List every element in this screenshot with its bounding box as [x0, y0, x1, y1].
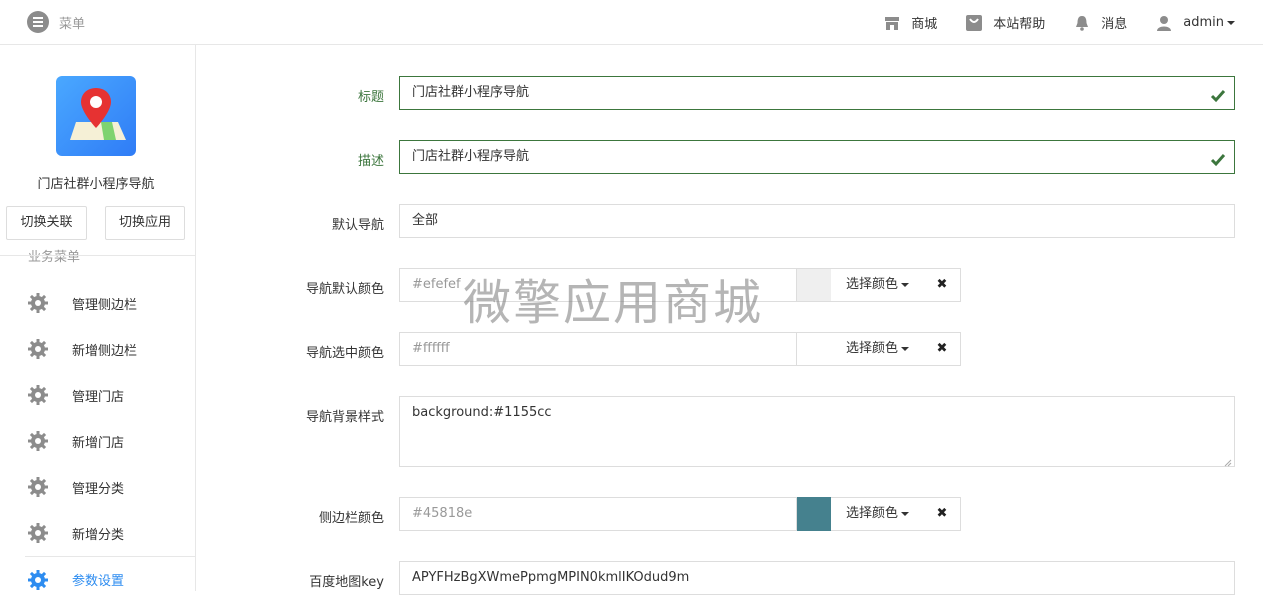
sidebar-item-label: 新增门店 — [72, 435, 125, 451]
pick-color-label: 选择颜色 — [845, 277, 898, 292]
top-navbar: 菜单 商城 本站帮助 消息 admin — [0, 0, 1263, 45]
default-nav-label: 默认导航 — [331, 218, 384, 233]
sidebar: 门店社群小程序导航 切换关联 切换应用 业务菜单 管理侧边栏 新增侧边栏 管理门… — [0, 45, 196, 591]
close-icon: ✖ — [936, 506, 948, 521]
pick-color-label: 选择颜色 — [845, 506, 898, 521]
app-logo — [56, 76, 136, 156]
bell-icon — [1073, 14, 1091, 32]
sidebar-item-add-category[interactable]: 新增分类 — [25, 510, 195, 556]
sidebar-color-clear-button[interactable]: ✖ — [924, 497, 961, 531]
divider — [0, 255, 195, 256]
sidebar-item-label: 新增侧边栏 — [72, 343, 138, 359]
switch-relation-button[interactable]: 切换关联 — [6, 206, 87, 240]
sidebar-item-add-store[interactable]: 新增门店 — [25, 418, 195, 464]
sidebar-color-pick-button[interactable]: 选择颜色 — [831, 497, 925, 531]
sidebar-color-value: #45818e — [412, 506, 473, 521]
chevron-down-icon — [901, 346, 909, 351]
nav-selected-color-swatch — [797, 332, 832, 366]
check-icon — [1210, 149, 1226, 167]
sidebar-item-label: 管理门店 — [72, 389, 125, 405]
close-icon: ✖ — [936, 341, 948, 356]
default-nav-value: 全部 — [412, 213, 439, 228]
gear-icon — [28, 523, 48, 543]
nav-selected-color-label: 导航选中颜色 — [305, 346, 384, 361]
app-name: 门店社群小程序导航 — [37, 177, 155, 192]
baidu-key-input[interactable]: APYFHzBgXWmePpmgMPIN0kmlIKOdud9m — [399, 561, 1235, 595]
sidebar-item-label: 管理分类 — [72, 481, 125, 497]
gear-icon — [28, 569, 48, 590]
help-label: 本站帮助 — [993, 17, 1046, 32]
gear-icon — [28, 477, 48, 497]
nav-selected-color-pick-button[interactable]: 选择颜色 — [831, 332, 925, 366]
help-bag-icon — [965, 14, 983, 32]
messages-label: 消息 — [1101, 17, 1128, 32]
sidebar-item-label: 管理侧边栏 — [72, 297, 138, 313]
nav-selected-color-clear-button[interactable]: ✖ — [924, 332, 961, 366]
title-value: 门店社群小程序导航 — [412, 85, 530, 100]
list-icon — [27, 11, 49, 33]
switch-app-button[interactable]: 切换应用 — [105, 206, 185, 240]
nav-default-color-input[interactable]: #efefef — [399, 268, 797, 302]
chevron-down-icon — [1227, 20, 1235, 25]
gear-icon — [28, 339, 48, 359]
chevron-down-icon — [901, 511, 909, 516]
gear-icon — [28, 385, 48, 405]
check-icon — [1210, 85, 1226, 103]
sidebar-item-manage-categories[interactable]: 管理分类 — [25, 464, 195, 510]
username: admin — [1183, 15, 1224, 30]
store-icon — [883, 14, 901, 32]
sidebar-color-label: 侧边栏颜色 — [318, 511, 384, 526]
nav-default-color-pick-button[interactable]: 选择颜色 — [831, 268, 925, 302]
default-nav-input[interactable]: 全部 — [399, 204, 1235, 238]
store-label: 商城 — [911, 17, 938, 32]
sidebar-item-manage-stores[interactable]: 管理门店 — [25, 372, 195, 418]
description-label: 描述 — [357, 154, 384, 169]
help-link[interactable]: 本站帮助 — [965, 13, 1045, 32]
menu-label: 菜单 — [59, 16, 86, 32]
chevron-down-icon — [901, 282, 909, 287]
nav-default-color-value: #efefef — [412, 277, 461, 292]
nav-bg-style-label: 导航背景样式 — [305, 410, 384, 425]
nav-default-color-label: 导航默认颜色 — [305, 282, 384, 297]
sidebar-item-settings[interactable]: 参数设置 — [25, 556, 195, 591]
menu-toggle-button[interactable]: 菜单 — [27, 11, 85, 33]
user-dropdown[interactable]: admin — [1155, 14, 1235, 32]
sidebar-item-label: 参数设置 — [72, 574, 125, 589]
baidu-key-value: APYFHzBgXWmePpmgMPIN0kmlIKOdud9m — [412, 570, 690, 585]
title-label: 标题 — [357, 90, 384, 105]
nav-selected-color-input[interactable]: #ffffff — [399, 332, 797, 366]
resize-grip-icon[interactable] — [1224, 456, 1232, 467]
nav-default-color-clear-button[interactable]: ✖ — [924, 268, 961, 302]
user-icon — [1155, 14, 1173, 32]
baidu-key-label: 百度地图key — [309, 575, 384, 590]
description-input[interactable]: 门店社群小程序导航 — [399, 140, 1235, 174]
gear-icon — [28, 293, 48, 313]
nav-default-color-swatch — [797, 268, 832, 302]
gear-icon — [28, 431, 48, 451]
sidebar-item-add-sidebar[interactable]: 新增侧边栏 — [25, 326, 195, 372]
close-icon: ✖ — [936, 277, 948, 292]
sidebar-color-swatch — [797, 497, 832, 531]
pick-color-label: 选择颜色 — [845, 341, 898, 356]
messages-link[interactable]: 消息 — [1073, 13, 1127, 32]
sidebar-item-manage-sidebar[interactable]: 管理侧边栏 — [25, 280, 195, 326]
nav-bg-style-value: background:#1155cc — [412, 405, 552, 420]
sidebar-color-input[interactable]: #45818e — [399, 497, 797, 531]
title-input[interactable]: 门店社群小程序导航 — [399, 76, 1235, 110]
sidebar-item-label: 新增分类 — [72, 527, 125, 543]
nav-selected-color-value: #ffffff — [412, 341, 450, 356]
description-value: 门店社群小程序导航 — [412, 149, 530, 164]
store-link[interactable]: 商城 — [883, 13, 937, 32]
nav-bg-style-textarea[interactable]: background:#1155cc — [399, 396, 1235, 467]
